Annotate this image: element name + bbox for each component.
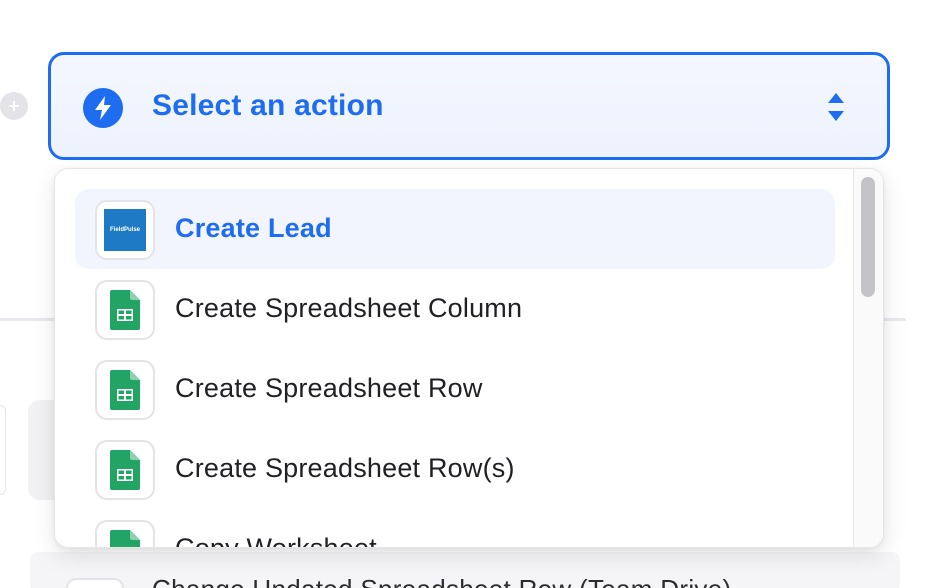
google-sheets-icon [95,440,155,500]
dropdown-scrollbar[interactable] [853,169,883,547]
option-label: Create Spreadsheet Row [175,373,483,403]
google-sheets-icon [95,280,155,340]
action-dropdown[interactable]: FieldPulse Create Lead Create Spreadshee… [54,168,884,548]
option-create-lead[interactable]: FieldPulse Create Lead [75,189,835,269]
background-step-text: Change Undated Spreadsheet Row (Team Dri… [152,574,731,588]
action-select[interactable]: Select an action [48,52,890,160]
option-label: Create Lead [175,213,332,243]
google-sheets-icon [95,520,155,547]
chevron-up-down-icon [827,91,845,123]
option-label: Copy Worksheet [175,533,377,548]
fieldpulse-logo-icon: FieldPulse [95,200,155,260]
fieldpulse-logo: FieldPulse [104,209,146,251]
add-step-icon[interactable] [0,92,28,120]
bolt-icon [83,88,123,128]
scrollbar-thumb[interactable] [861,177,875,297]
background-card [0,405,6,495]
option-copy-worksheet[interactable]: Copy Worksheet [75,509,835,548]
option-create-spreadsheet-column[interactable]: Create Spreadsheet Column [75,269,835,349]
background-step-icon [66,578,124,588]
option-label: Create Spreadsheet Row(s) [175,453,515,483]
select-label: Select an action [152,89,384,122]
stage: Change Undated Spreadsheet Row (Team Dri… [0,0,938,588]
option-create-spreadsheet-rows[interactable]: Create Spreadsheet Row(s) [75,429,835,509]
google-sheets-icon [95,360,155,420]
option-create-spreadsheet-row[interactable]: Create Spreadsheet Row [75,349,835,429]
option-label: Create Spreadsheet Column [175,293,523,323]
